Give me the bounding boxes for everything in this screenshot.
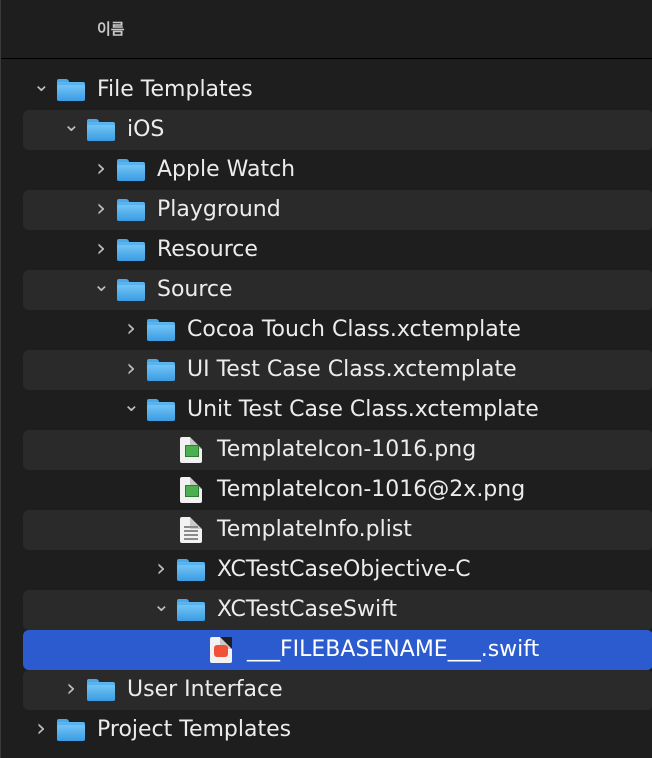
folder-row[interactable]: ⌄ Source: [23, 270, 652, 310]
chevron-right-icon[interactable]: ›: [33, 716, 49, 740]
row-label: Resource: [157, 237, 258, 262]
row-label: UI Test Case Class.xctemplate: [187, 357, 517, 382]
folder-row[interactable]: › UI Test Case Class.xctemplate: [23, 350, 652, 390]
folder-icon: [117, 159, 145, 181]
folder-icon: [147, 319, 175, 341]
folder-icon: [87, 679, 115, 701]
folder-row[interactable]: ⌄ Unit Test Case Class.xctemplate: [23, 390, 652, 430]
row-label: TemplateInfo.plist: [217, 517, 412, 542]
png-file-icon: [180, 437, 202, 463]
row-label: iOS: [127, 117, 165, 142]
chevron-right-icon[interactable]: ›: [93, 196, 109, 220]
folder-row[interactable]: ⌄ iOS: [23, 110, 652, 150]
folder-row[interactable]: ⌄ File Templates: [23, 70, 652, 110]
row-label: User Interface: [127, 677, 283, 702]
row-label: TemplateIcon-1016.png: [217, 437, 477, 462]
folder-icon: [57, 79, 85, 101]
folder-row[interactable]: › Playground: [23, 190, 652, 230]
chevron-right-icon[interactable]: ›: [63, 676, 79, 700]
row-label: Project Templates: [97, 717, 292, 742]
row-label: XCTestCaseObjective-C: [217, 557, 471, 582]
list-header: 이름: [1, 0, 652, 59]
file-row[interactable]: ___FILEBASENAME___.swift: [23, 630, 652, 670]
folder-icon: [147, 359, 175, 381]
chevron-down-icon[interactable]: ⌄: [63, 114, 80, 134]
file-tree: ⌄ File Templates ⌄ iOS › Apple Watch › Playgrou…: [1, 70, 652, 750]
file-row[interactable]: TemplateIcon-1016@2x.png: [23, 470, 652, 510]
row-label: Apple Watch: [157, 157, 296, 182]
folder-row[interactable]: › Resource: [23, 230, 652, 270]
folder-row[interactable]: › XCTestCaseObjective-C: [23, 550, 652, 590]
chevron-right-icon[interactable]: ›: [153, 556, 169, 580]
chevron-down-icon[interactable]: ⌄: [33, 74, 50, 94]
folder-icon: [177, 559, 205, 581]
name-column-header[interactable]: 이름: [97, 18, 125, 39]
file-row[interactable]: TemplateIcon-1016.png: [23, 430, 652, 470]
row-label: Unit Test Case Class.xctemplate: [187, 397, 539, 422]
folder-row[interactable]: ⌄ XCTestCaseSwift: [23, 590, 652, 630]
folder-icon: [57, 719, 85, 741]
folder-icon: [117, 279, 145, 301]
finder-list-window: 이름 ⌄ File Templates ⌄ iOS › Apple Watch › Playg…: [0, 0, 652, 758]
folder-row[interactable]: › Project Templates: [23, 710, 652, 750]
chevron-right-icon[interactable]: ›: [123, 356, 139, 380]
folder-row[interactable]: › Cocoa Touch Class.xctemplate: [23, 310, 652, 350]
row-label: Playground: [157, 197, 281, 222]
row-label: ___FILEBASENAME___.swift: [247, 637, 540, 662]
folder-icon: [177, 599, 205, 621]
folder-icon: [117, 199, 145, 221]
plist-file-icon: [180, 517, 202, 543]
folder-icon: [87, 119, 115, 141]
folder-icon: [117, 239, 145, 261]
row-label: Source: [157, 277, 233, 302]
swift-file-icon: [210, 637, 232, 663]
row-label: XCTestCaseSwift: [217, 597, 398, 622]
chevron-right-icon[interactable]: ›: [93, 236, 109, 260]
chevron-right-icon[interactable]: ›: [123, 316, 139, 340]
chevron-down-icon[interactable]: ⌄: [93, 274, 110, 294]
png-file-icon: [180, 477, 202, 503]
row-label: File Templates: [97, 77, 253, 102]
chevron-down-icon[interactable]: ⌄: [123, 394, 140, 414]
row-label: Cocoa Touch Class.xctemplate: [187, 317, 521, 342]
row-label: TemplateIcon-1016@2x.png: [217, 477, 526, 502]
folder-icon: [147, 399, 175, 421]
chevron-right-icon[interactable]: ›: [93, 156, 109, 180]
chevron-down-icon[interactable]: ⌄: [153, 594, 170, 614]
file-row[interactable]: TemplateInfo.plist: [23, 510, 652, 550]
folder-row[interactable]: › Apple Watch: [23, 150, 652, 190]
folder-row[interactable]: › User Interface: [23, 670, 652, 710]
